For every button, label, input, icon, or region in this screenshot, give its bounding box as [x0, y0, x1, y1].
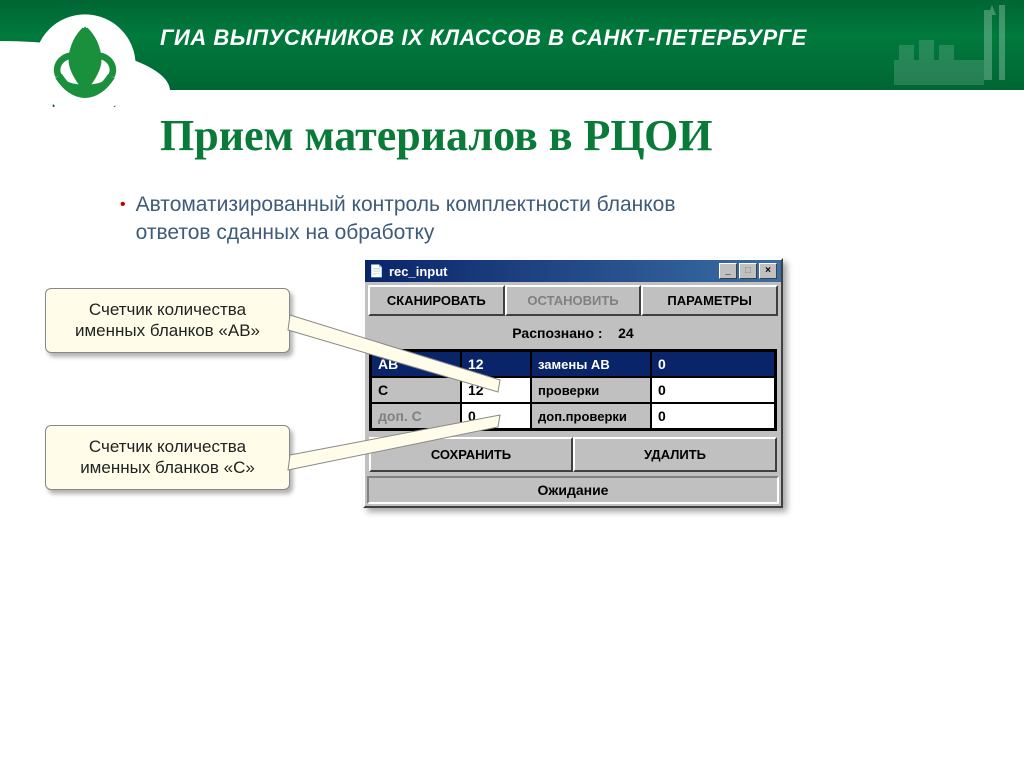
window-title: rec_input: [389, 264, 448, 279]
cell-ab-value2[interactable]: 0: [651, 351, 775, 377]
table-row: доп. С 0 доп.проверки 0: [371, 403, 775, 429]
cell-dopc-label: доп. С: [371, 403, 461, 429]
params-button[interactable]: ПАРАМЕТРЫ: [641, 285, 778, 316]
callout-c-text: Счетчик количества именных бланков «С»: [80, 437, 255, 477]
cell-dopc-label2: доп.проверки: [531, 403, 651, 429]
status-bar: Ожидание: [367, 476, 779, 504]
cell-ab-value[interactable]: 12: [461, 351, 531, 377]
cell-dopc-value2[interactable]: 0: [651, 403, 775, 429]
delete-button[interactable]: УДАЛИТЬ: [573, 437, 777, 472]
table-row: С 12 проверки 0: [371, 377, 775, 403]
counts-grid: АВ 12 замены АВ 0 С 12 проверки 0 доп. С…: [369, 349, 777, 431]
cell-c-label2: проверки: [531, 377, 651, 403]
bullet-item: • Автоматизированный контроль комплектно…: [120, 191, 1024, 247]
save-button[interactable]: СОХРАНИТЬ: [369, 437, 573, 472]
app-icon: 📄: [369, 264, 384, 278]
toolbar: СКАНИРОВАТЬ ОСТАНОВИТЬ ПАРАМЕТРЫ: [365, 282, 781, 319]
header-title: ГИА ВЫПУСКНИКОВ IX КЛАССОВ В САНКТ-ПЕТЕР…: [160, 25, 807, 51]
minimize-button[interactable]: _: [719, 263, 737, 279]
cell-ab-label2: замены АВ: [531, 351, 651, 377]
close-button[interactable]: ×: [759, 263, 777, 279]
scan-button[interactable]: СКАНИРОВАТЬ: [368, 285, 505, 316]
recognized-label: Распознано :: [512, 325, 602, 341]
action-row: СОХРАНИТЬ УДАЛИТЬ: [365, 431, 781, 476]
callout-ab-text: Счетчик количества именных бланков «АВ»: [75, 300, 260, 340]
recognized-line: Распознано : 24: [365, 319, 781, 349]
cell-dopc-value[interactable]: 0: [461, 403, 531, 429]
slide-header: ГИА ВЫПУСКНИКОВ IX КЛАССОВ В САНКТ-ПЕТЕР…: [0, 0, 1024, 90]
titlebar[interactable]: 📄 rec_input _ □ ×: [365, 260, 781, 282]
recognized-value: 24: [618, 325, 634, 341]
callout-c: Счетчик количества именных бланков «С»: [45, 425, 290, 490]
app-window: 📄 rec_input _ □ × СКАНИРОВАТЬ ОСТАНОВИТЬ…: [363, 258, 783, 508]
cell-c-value[interactable]: 12: [461, 377, 531, 403]
stop-button[interactable]: ОСТАНОВИТЬ: [505, 285, 642, 316]
cell-ab-label: АВ: [371, 351, 461, 377]
logo-icon: [30, 10, 140, 120]
maximize-button[interactable]: □: [739, 263, 757, 279]
slide-title: Прием материалов в РЦОИ: [160, 110, 1024, 161]
callout-ab: Счетчик количества именных бланков «АВ»: [45, 288, 290, 353]
cell-c-value2[interactable]: 0: [651, 377, 775, 403]
bullet-text: Автоматизированный контроль комплектност…: [136, 191, 736, 247]
table-row: АВ 12 замены АВ 0: [371, 351, 775, 377]
bullet-marker: •: [120, 191, 126, 247]
cell-c-label: С: [371, 377, 461, 403]
header-decor: [884, 0, 1024, 90]
